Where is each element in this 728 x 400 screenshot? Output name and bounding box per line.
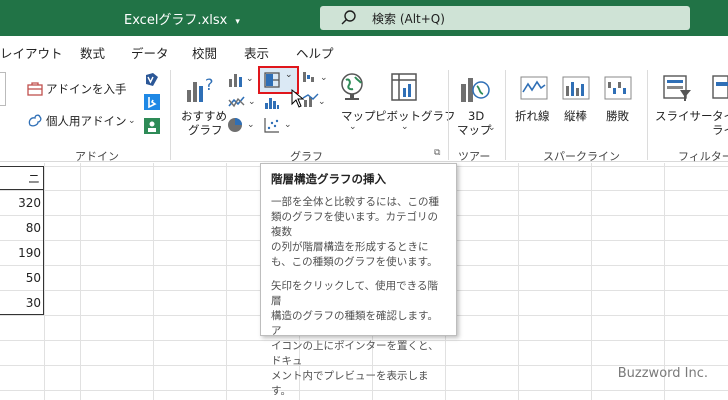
table-cell[interactable]: 80 [0, 221, 44, 235]
ribbon-tabs: レイアウト 数式 データ 校閲 表示 ヘルプ [0, 36, 728, 64]
tooltip-line: メント内でプレビューを表示します。 [271, 370, 429, 397]
sparkline-line-icon [520, 76, 548, 100]
group-separator [448, 70, 449, 160]
search-icon [341, 10, 356, 25]
file-name: Excelグラフ.xlsx [124, 13, 228, 28]
chevron-down-icon[interactable]: ⌄ [401, 122, 409, 132]
timeline-label[interactable]: タイ [712, 109, 728, 123]
title-bar: Excelグラフ.xlsx ▾ 検索 (Alt+Q) [0, 0, 728, 36]
group-separator [505, 70, 506, 160]
hierarchy-chart-icon [264, 72, 280, 88]
dialog-launcher-icon[interactable]: ⧉ [434, 148, 440, 158]
chevron-down-icon: ▾ [235, 17, 240, 27]
slicer-icon [663, 75, 691, 101]
line-chart-icon[interactable] [228, 94, 246, 110]
filters-group-label: フィルター [678, 150, 728, 163]
chevron-down-icon[interactable]: ⌄ [246, 74, 254, 84]
chevron-down-icon[interactable]: ⌄ [488, 123, 496, 133]
maps-icon [341, 73, 363, 100]
pivotchart-button[interactable]: ピボットグラフ [375, 109, 456, 123]
group-separator [647, 70, 648, 160]
partial-control [0, 72, 6, 106]
search-label: 検索 (Alt+Q) [372, 12, 445, 26]
group-separator [170, 70, 171, 160]
people-icon[interactable] [144, 118, 160, 134]
statistic-chart-icon[interactable] [264, 94, 280, 110]
watermark: Buzzword Inc. [617, 366, 708, 381]
waterfall-chart-icon[interactable] [302, 70, 318, 86]
ribbon: アドインを入手 個人用アドイン ⌄ アドイン ? おすすめ グラフ ⌄ ⌄ ⌄ … [0, 64, 728, 163]
chevron-down-icon[interactable]: ⌄ [318, 97, 326, 107]
timeline-icon [712, 75, 728, 99]
search-box[interactable]: 検索 (Alt+Q) [320, 6, 690, 30]
visio-icon[interactable] [144, 72, 160, 88]
tab-view[interactable]: 表示 [244, 43, 269, 62]
file-name-dropdown[interactable]: Excelグラフ.xlsx ▾ [124, 9, 240, 28]
sparkline-winloss-button[interactable]: 勝敗 [606, 109, 629, 123]
addin-group-label: アドイン [75, 150, 119, 163]
table-cell[interactable]: 50 [0, 271, 44, 285]
svg-text:?: ? [205, 75, 214, 94]
get-addins-button[interactable]: アドインを入手 [46, 82, 127, 96]
column-chart-icon[interactable] [228, 72, 244, 88]
sparkline-line-button[interactable]: 折れ線 [515, 109, 550, 123]
tooltip-line: イコンの上にポインターを置くと、ドキュ [271, 340, 439, 367]
bing-icon[interactable] [144, 94, 160, 110]
tooltip-line: 類のグラフを使います。カテゴリの複数 [271, 211, 438, 238]
table-header-cell[interactable]: ニ [0, 166, 44, 190]
tours-group-label: ツアー [458, 150, 491, 163]
header-text: ニ [28, 172, 41, 186]
table-cell[interactable]: 190 [0, 246, 44, 260]
my-addins-icon [28, 114, 42, 127]
pivotchart-icon [391, 73, 417, 101]
chevron-down-icon[interactable]: ⌄ [320, 73, 328, 83]
tab-help[interactable]: ヘルプ [296, 43, 334, 62]
tab-data[interactable]: データ [131, 43, 169, 62]
store-icon [27, 82, 43, 96]
3d-map-label[interactable]: 3D [468, 109, 484, 123]
tooltip-title: 階層構造グラフの挿入 [271, 172, 386, 186]
chevron-down-icon[interactable]: ⌄ [128, 116, 136, 126]
tooltip-line: の列が階層構造を形成するときに [271, 241, 429, 253]
tooltip-line: も、この種類のグラフを使います。 [271, 256, 438, 268]
sparklines-group-label: スパークライン [543, 150, 620, 163]
chevron-down-icon[interactable]: ⌄ [248, 97, 256, 107]
chevron-down-icon[interactable]: ⌄ [285, 70, 293, 80]
3d-map-label-2[interactable]: マップ [457, 123, 492, 137]
tab-page-layout[interactable]: レイアウト [0, 43, 63, 62]
table-cell[interactable]: 320 [0, 196, 44, 210]
recommended-charts-label[interactable]: おすすめ [181, 109, 227, 123]
slicer-button[interactable]: スライサー [655, 109, 713, 123]
tooltip: 階層構造グラフの挿入 一部を全体と比較するには、この種 類のグラフを使います。カ… [260, 163, 457, 397]
tooltip-line: 矢印をクリックして、使用できる階層 [271, 280, 438, 307]
3d-map-icon [461, 78, 490, 102]
chevron-down-icon[interactable]: ⌄ [349, 122, 357, 132]
recommended-charts-icon: ? [187, 75, 214, 102]
tab-formulas[interactable]: 数式 [80, 43, 105, 62]
recommended-charts-label-2[interactable]: グラフ [188, 123, 223, 137]
tab-review[interactable]: 校閲 [192, 43, 217, 62]
table-cell[interactable]: 30 [0, 296, 44, 310]
pie-chart-icon[interactable] [227, 117, 243, 133]
my-addins-button[interactable]: 個人用アドイン [46, 114, 127, 128]
sparkline-winloss-icon [604, 76, 632, 100]
tooltip-line: 構造のグラフの種類を確認します。ア [271, 310, 438, 337]
chevron-down-icon[interactable]: ⌄ [247, 120, 255, 130]
tooltip-line: 一部を全体と比較するには、この種 [271, 196, 439, 208]
charts-group-label: グラフ [290, 150, 323, 163]
chevron-down-icon[interactable]: ⌄ [284, 120, 292, 130]
sparkline-column-icon [562, 76, 590, 100]
timeline-label-2[interactable]: ライ [712, 123, 728, 137]
maps-button[interactable]: マップ [341, 109, 376, 123]
sparkline-column-button[interactable]: 縦棒 [564, 109, 587, 123]
scatter-chart-icon[interactable] [264, 117, 280, 133]
